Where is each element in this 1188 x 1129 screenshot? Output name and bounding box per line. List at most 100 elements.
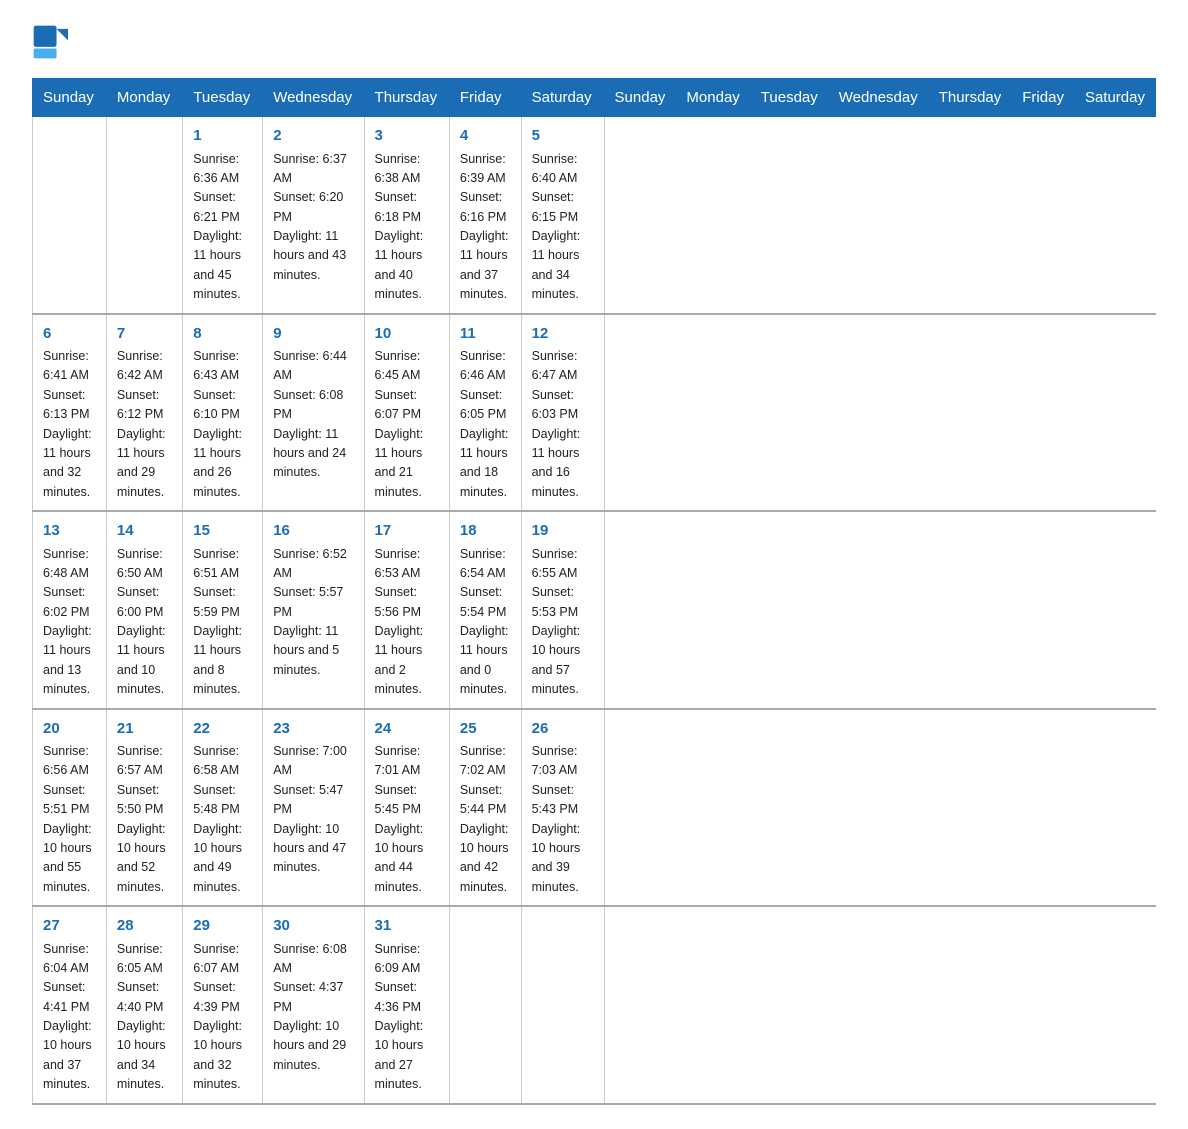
day-number: 30 [273,915,353,938]
day-info: Sunrise: 6:47 AMSunset: 6:03 PMDaylight:… [532,347,594,502]
day-of-week-header: Saturday [521,79,604,117]
day-of-week-header: Friday [449,79,521,117]
day-info: Sunrise: 6:50 AMSunset: 6:00 PMDaylight:… [117,545,172,700]
day-info: Sunrise: 7:00 AMSunset: 5:47 PMDaylight:… [273,742,353,878]
calendar-cell [449,906,521,1104]
calendar-week-row: 13Sunrise: 6:48 AMSunset: 6:02 PMDayligh… [33,511,1156,709]
day-number: 6 [43,323,96,346]
day-of-week-header: Friday [1012,79,1075,117]
day-number: 24 [375,718,439,741]
calendar-cell: 23Sunrise: 7:00 AMSunset: 5:47 PMDayligh… [263,709,364,907]
logo-icon [32,24,68,60]
day-of-week-header: Saturday [1074,79,1155,117]
day-info: Sunrise: 6:09 AMSunset: 4:36 PMDaylight:… [375,940,439,1095]
day-info: Sunrise: 6:07 AMSunset: 4:39 PMDaylight:… [193,940,252,1095]
day-number: 2 [273,125,353,148]
day-info: Sunrise: 6:52 AMSunset: 5:57 PMDaylight:… [273,545,353,681]
calendar-week-row: 20Sunrise: 6:56 AMSunset: 5:51 PMDayligh… [33,709,1156,907]
day-number: 17 [375,520,439,543]
day-number: 22 [193,718,252,741]
calendar-cell: 15Sunrise: 6:51 AMSunset: 5:59 PMDayligh… [183,511,263,709]
calendar-cell: 13Sunrise: 6:48 AMSunset: 6:02 PMDayligh… [33,511,107,709]
day-number: 25 [460,718,511,741]
calendar-cell [106,117,182,314]
calendar-cell: 2Sunrise: 6:37 AMSunset: 6:20 PMDaylight… [263,117,364,314]
day-info: Sunrise: 7:01 AMSunset: 5:45 PMDaylight:… [375,742,439,897]
calendar-week-row: 1Sunrise: 6:36 AMSunset: 6:21 PMDaylight… [33,117,1156,314]
day-number: 8 [193,323,252,346]
calendar-cell: 3Sunrise: 6:38 AMSunset: 6:18 PMDaylight… [364,117,449,314]
day-of-week-header: Wednesday [263,79,364,117]
day-number: 3 [375,125,439,148]
calendar-cell: 27Sunrise: 6:04 AMSunset: 4:41 PMDayligh… [33,906,107,1104]
day-of-week-header: Wednesday [828,79,928,117]
calendar-cell: 25Sunrise: 7:02 AMSunset: 5:44 PMDayligh… [449,709,521,907]
day-number: 12 [532,323,594,346]
calendar-cell: 18Sunrise: 6:54 AMSunset: 5:54 PMDayligh… [449,511,521,709]
day-of-week-header: Monday [676,79,750,117]
day-info: Sunrise: 6:42 AMSunset: 6:12 PMDaylight:… [117,347,172,502]
day-of-week-header: Thursday [928,79,1012,117]
day-number: 28 [117,915,172,938]
calendar-cell: 11Sunrise: 6:46 AMSunset: 6:05 PMDayligh… [449,314,521,512]
calendar-cell: 28Sunrise: 6:05 AMSunset: 4:40 PMDayligh… [106,906,182,1104]
day-number: 11 [460,323,511,346]
calendar-cell: 7Sunrise: 6:42 AMSunset: 6:12 PMDaylight… [106,314,182,512]
day-of-week-header: Tuesday [750,79,828,117]
day-info: Sunrise: 6:51 AMSunset: 5:59 PMDaylight:… [193,545,252,700]
day-info: Sunrise: 6:56 AMSunset: 5:51 PMDaylight:… [43,742,96,897]
day-info: Sunrise: 6:46 AMSunset: 6:05 PMDaylight:… [460,347,511,502]
calendar-cell: 17Sunrise: 6:53 AMSunset: 5:56 PMDayligh… [364,511,449,709]
calendar-cell: 4Sunrise: 6:39 AMSunset: 6:16 PMDaylight… [449,117,521,314]
logo [32,24,70,60]
calendar-week-row: 6Sunrise: 6:41 AMSunset: 6:13 PMDaylight… [33,314,1156,512]
day-number: 23 [273,718,353,741]
calendar-week-row: 27Sunrise: 6:04 AMSunset: 4:41 PMDayligh… [33,906,1156,1104]
calendar-table: SundayMondayTuesdayWednesdayThursdayFrid… [32,78,1156,1105]
day-of-week-header: Monday [106,79,182,117]
day-of-week-header: Tuesday [183,79,263,117]
calendar-cell [33,117,107,314]
day-info: Sunrise: 6:58 AMSunset: 5:48 PMDaylight:… [193,742,252,897]
calendar-cell: 20Sunrise: 6:56 AMSunset: 5:51 PMDayligh… [33,709,107,907]
calendar-cell: 24Sunrise: 7:01 AMSunset: 5:45 PMDayligh… [364,709,449,907]
calendar-cell [521,906,604,1104]
day-number: 9 [273,323,353,346]
day-number: 13 [43,520,96,543]
day-info: Sunrise: 6:45 AMSunset: 6:07 PMDaylight:… [375,347,439,502]
calendar-cell: 16Sunrise: 6:52 AMSunset: 5:57 PMDayligh… [263,511,364,709]
calendar-cell: 26Sunrise: 7:03 AMSunset: 5:43 PMDayligh… [521,709,604,907]
calendar-cell: 19Sunrise: 6:55 AMSunset: 5:53 PMDayligh… [521,511,604,709]
day-info: Sunrise: 6:08 AMSunset: 4:37 PMDaylight:… [273,940,353,1076]
calendar-cell: 14Sunrise: 6:50 AMSunset: 6:00 PMDayligh… [106,511,182,709]
day-number: 10 [375,323,439,346]
day-info: Sunrise: 6:36 AMSunset: 6:21 PMDaylight:… [193,150,252,305]
day-number: 26 [532,718,594,741]
day-number: 5 [532,125,594,148]
day-number: 14 [117,520,172,543]
calendar-cell: 30Sunrise: 6:08 AMSunset: 4:37 PMDayligh… [263,906,364,1104]
day-info: Sunrise: 6:48 AMSunset: 6:02 PMDaylight:… [43,545,96,700]
day-info: Sunrise: 6:43 AMSunset: 6:10 PMDaylight:… [193,347,252,502]
calendar-cell: 6Sunrise: 6:41 AMSunset: 6:13 PMDaylight… [33,314,107,512]
day-number: 19 [532,520,594,543]
calendar-cell: 1Sunrise: 6:36 AMSunset: 6:21 PMDaylight… [183,117,263,314]
calendar-cell: 9Sunrise: 6:44 AMSunset: 6:08 PMDaylight… [263,314,364,512]
day-number: 31 [375,915,439,938]
calendar-cell: 8Sunrise: 6:43 AMSunset: 6:10 PMDaylight… [183,314,263,512]
calendar-cell: 29Sunrise: 6:07 AMSunset: 4:39 PMDayligh… [183,906,263,1104]
day-info: Sunrise: 7:02 AMSunset: 5:44 PMDaylight:… [460,742,511,897]
day-info: Sunrise: 6:04 AMSunset: 4:41 PMDaylight:… [43,940,96,1095]
day-number: 15 [193,520,252,543]
calendar-cell: 5Sunrise: 6:40 AMSunset: 6:15 PMDaylight… [521,117,604,314]
day-info: Sunrise: 6:53 AMSunset: 5:56 PMDaylight:… [375,545,439,700]
day-number: 4 [460,125,511,148]
day-info: Sunrise: 6:38 AMSunset: 6:18 PMDaylight:… [375,150,439,305]
day-number: 27 [43,915,96,938]
day-number: 18 [460,520,511,543]
day-info: Sunrise: 6:37 AMSunset: 6:20 PMDaylight:… [273,150,353,286]
day-info: Sunrise: 7:03 AMSunset: 5:43 PMDaylight:… [532,742,594,897]
day-info: Sunrise: 6:54 AMSunset: 5:54 PMDaylight:… [460,545,511,700]
calendar-cell: 22Sunrise: 6:58 AMSunset: 5:48 PMDayligh… [183,709,263,907]
day-number: 1 [193,125,252,148]
